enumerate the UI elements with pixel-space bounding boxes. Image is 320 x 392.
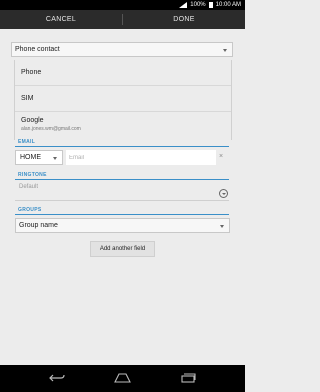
cancel-button[interactable]: CANCEL <box>0 10 122 29</box>
ringtone-section-divider <box>15 179 229 180</box>
email-input[interactable] <box>66 150 216 165</box>
done-button[interactable]: DONE <box>123 10 245 29</box>
chevron-down-icon <box>220 224 224 228</box>
add-another-field-button[interactable]: Add another field <box>90 241 155 257</box>
account-option-email: alan.jones.wm@gmail.com <box>21 126 81 132</box>
ringtone-section-label: RINGTONE <box>18 172 47 178</box>
recent-apps-icon[interactable] <box>181 373 196 383</box>
account-option-label: Google <box>21 117 44 124</box>
battery-percent: 100% <box>190 2 206 8</box>
signal-icon <box>179 2 188 8</box>
account-option-label: SIM <box>21 95 34 102</box>
remove-email-icon[interactable]: × <box>219 153 223 160</box>
account-option-phone[interactable]: Phone <box>15 60 231 86</box>
home-icon[interactable] <box>114 373 131 383</box>
ringtone-expand-icon[interactable] <box>219 189 228 198</box>
group-select-value: Group name <box>19 222 58 229</box>
groups-section-divider <box>15 214 229 215</box>
group-select[interactable]: Group name <box>15 218 230 233</box>
action-bar: CANCEL DONE <box>0 10 245 29</box>
email-section-divider <box>15 146 229 147</box>
email-type-select[interactable]: HOME <box>15 150 63 165</box>
ringtone-underline <box>15 200 229 201</box>
account-select-value: Phone contact <box>15 46 60 53</box>
navigation-bar <box>0 365 245 392</box>
account-select[interactable]: Phone contact <box>11 42 233 57</box>
account-option-label: Phone <box>21 69 42 76</box>
status-bar: 100% 10:00 AM <box>0 0 245 10</box>
chevron-down-icon <box>53 156 57 160</box>
back-icon[interactable] <box>49 373 65 383</box>
email-type-value: HOME <box>20 154 41 161</box>
account-option-google[interactable]: Google alan.jones.wm@gmail.com <box>15 112 231 138</box>
chevron-down-icon <box>223 48 227 52</box>
email-section-label: EMAIL <box>18 139 36 145</box>
battery-icon <box>208 2 213 8</box>
account-dropdown: Phone SIM Google alan.jones.wm@gmail.com <box>14 60 232 140</box>
groups-section-label: GROUPS <box>18 207 42 213</box>
account-option-sim[interactable]: SIM <box>15 86 231 112</box>
contact-form: Phone contact Phone SIM Google alan.jone… <box>0 29 245 365</box>
clock: 10:00 AM <box>215 2 241 8</box>
ringtone-value[interactable]: Default <box>19 184 38 190</box>
